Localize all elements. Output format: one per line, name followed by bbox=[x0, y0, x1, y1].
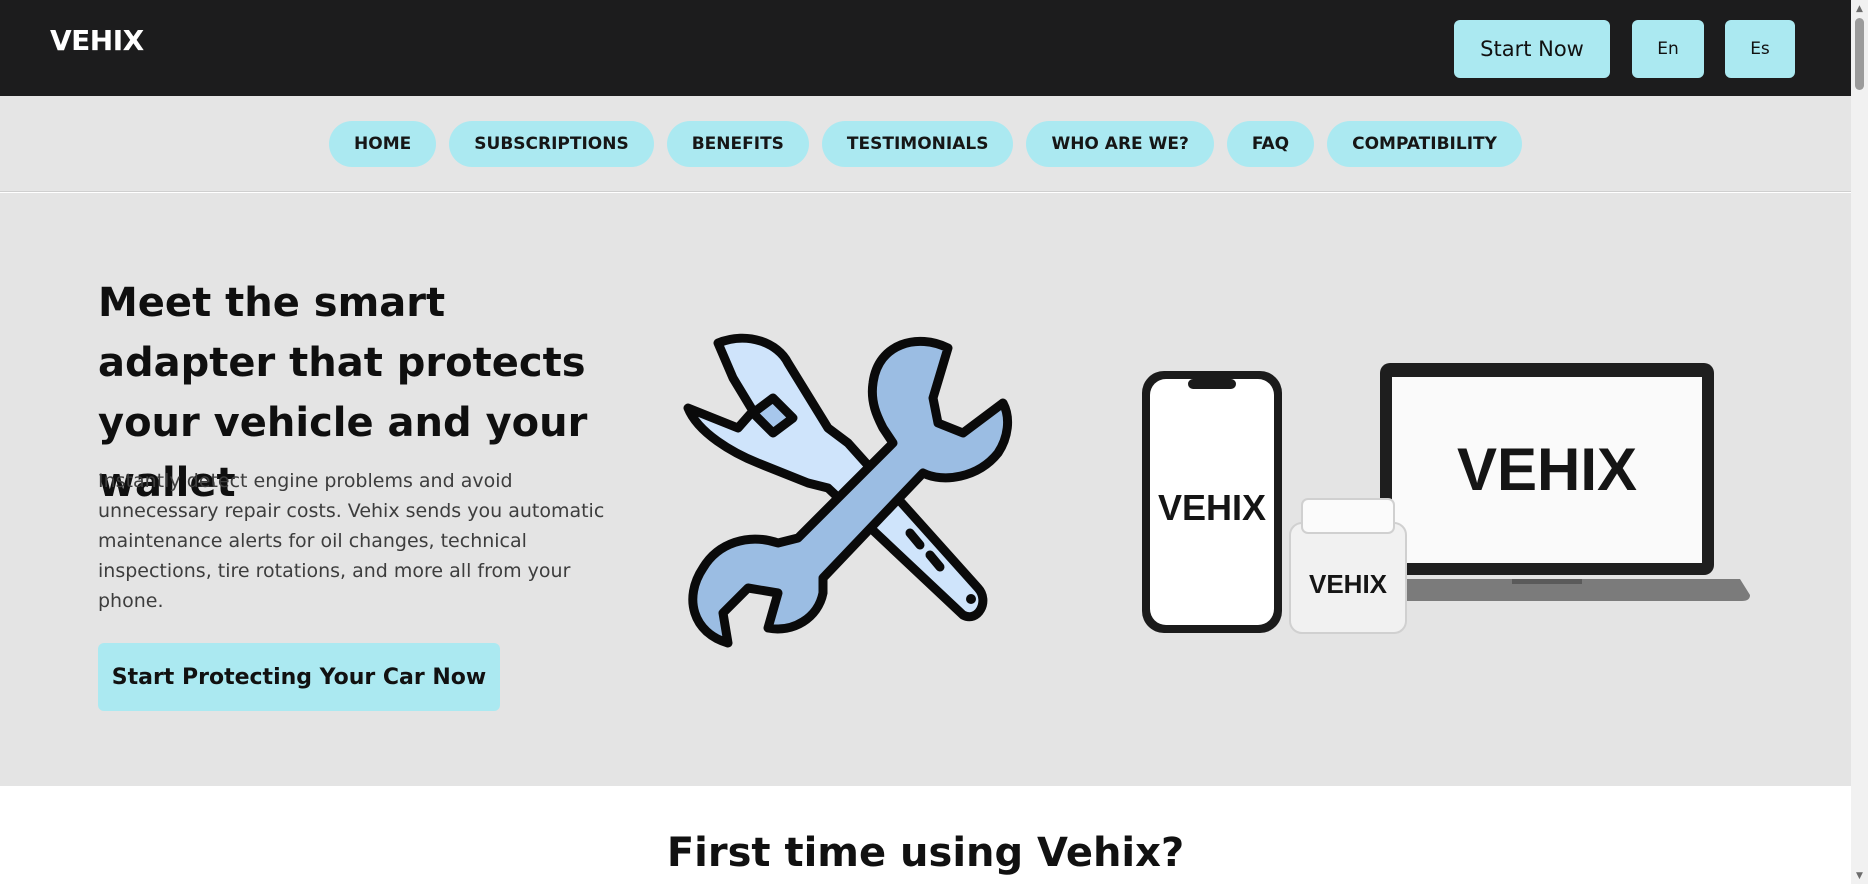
hero-section: Meet the smart adapter that protects you… bbox=[0, 193, 1851, 786]
wrench-crossed-icon bbox=[683, 333, 1013, 648]
vertical-scrollbar[interactable]: ▲ ▼ bbox=[1851, 0, 1868, 884]
start-now-button[interactable]: Start Now bbox=[1454, 20, 1610, 78]
nav-item-who-are-we[interactable]: WHO ARE WE? bbox=[1026, 120, 1214, 167]
nav-item-subscriptions[interactable]: SUBSCRIPTIONS bbox=[449, 120, 654, 167]
language-es-button[interactable]: Es bbox=[1725, 20, 1795, 78]
nav-item-faq[interactable]: FAQ bbox=[1226, 120, 1315, 167]
first-time-section: First time using Vehix? bbox=[0, 786, 1851, 884]
main-nav: HOME SUBSCRIPTIONS BENEFITS TESTIMONIALS… bbox=[0, 96, 1851, 192]
devices-image: VEHIX VEHIX VEHIX bbox=[1142, 363, 1750, 634]
nav-item-benefits[interactable]: BENEFITS bbox=[666, 120, 809, 167]
scrollbar-thumb[interactable] bbox=[1855, 18, 1864, 90]
scroll-down-arrow-icon[interactable]: ▼ bbox=[1851, 867, 1868, 884]
adapter-brand-text: VEHIX bbox=[1309, 569, 1388, 599]
scroll-up-arrow-icon[interactable]: ▲ bbox=[1851, 0, 1868, 17]
nav-item-home[interactable]: HOME bbox=[329, 120, 437, 167]
phone-brand-text: VEHIX bbox=[1158, 487, 1266, 528]
nav-item-compatibility[interactable]: COMPATIBILITY bbox=[1327, 120, 1522, 167]
language-en-button[interactable]: En bbox=[1632, 20, 1704, 78]
section-title: First time using Vehix? bbox=[666, 830, 1185, 876]
brand-logo[interactable]: VEHIX bbox=[50, 24, 144, 57]
nav-item-testimonials[interactable]: TESTIMONIALS bbox=[821, 120, 1014, 167]
start-protecting-button[interactable]: Start Protecting Your Car Now bbox=[98, 643, 500, 711]
hero-description: Instantly detect engine problems and avo… bbox=[98, 470, 605, 612]
top-header: VEHIX Start Now En Es bbox=[0, 0, 1851, 96]
laptop-brand-text: VEHIX bbox=[1457, 436, 1637, 503]
